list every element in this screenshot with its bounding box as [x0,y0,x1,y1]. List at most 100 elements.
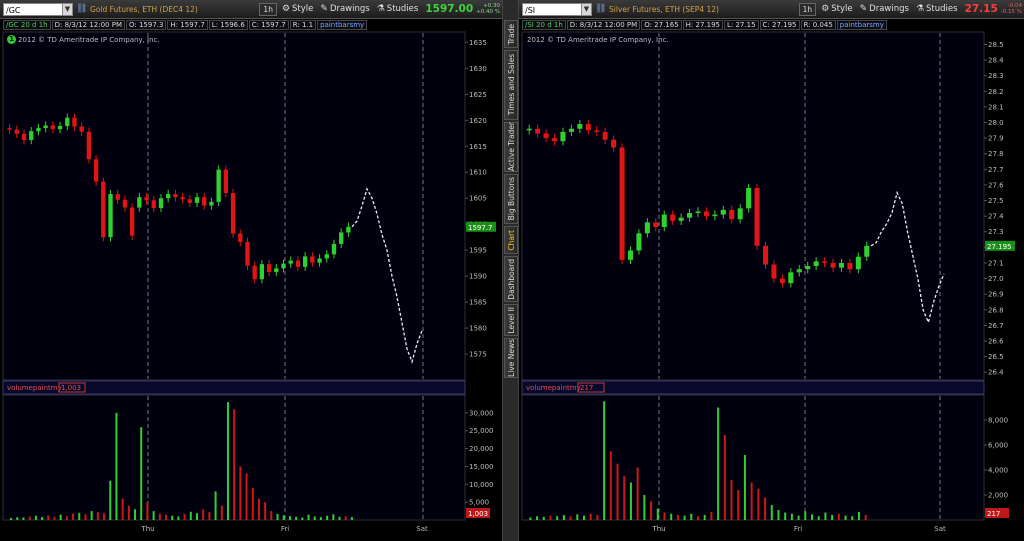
alert-badge[interactable]: 1 [7,35,16,44]
candle-body [180,197,185,200]
volume-bar [96,512,99,520]
volume-bar [59,514,62,520]
tab-times-and-sales[interactable]: Times and Sales [504,50,518,120]
candle-body [805,266,811,270]
x-axis-label: Thu [140,525,154,533]
candle-body [86,131,92,160]
tab-trade[interactable]: Trade [504,20,518,48]
volume-bar [656,508,659,520]
volume-bar [569,516,572,520]
volume-bar [831,515,834,520]
volume-bar [264,502,267,520]
y-tick-label: 1630 [469,65,487,73]
volume-bar [549,515,552,520]
volume-bar [529,517,532,520]
candle-body [568,128,574,132]
candle-body [670,214,676,221]
candle-body [720,209,726,215]
volume-bar [10,517,13,520]
candle-body [678,217,684,221]
volume-bar [824,512,827,520]
volume-bar [609,451,612,520]
tab-level-ii[interactable]: Level II [504,304,518,336]
volume-bar [603,401,606,520]
candle-body [288,260,293,264]
candle-body [79,126,84,132]
volume-bar [195,513,198,520]
tab-big-buttons[interactable]: Big Buttons [504,174,518,224]
y-tick-label: 1615 [469,143,487,151]
volume-y-tick-label: 2,000 [988,492,1008,500]
volume-bar [121,498,124,520]
candle-body [771,264,777,279]
volume-bar [301,517,304,520]
volume-bar [643,495,646,520]
volume-bar [295,516,298,520]
y-tick-label: 26.6 [988,337,1004,345]
candle-body [762,245,769,265]
tab-big-buttons-label: Big Buttons [506,177,516,221]
volume-bar [220,505,223,520]
volume-bar [730,480,733,520]
candle-body [535,128,541,134]
volume-bar [28,516,31,520]
volume-bar [140,427,143,520]
candle-body [644,222,650,234]
candle-body [173,194,178,198]
y-tick-label: 1625 [469,91,487,99]
candle-body [115,194,120,200]
y-tick-label: 28.4 [988,57,1004,65]
volume-bar [576,514,579,520]
candle-body [209,201,214,206]
y-tick-label: 1610 [469,169,487,177]
volume-bar [710,511,713,520]
candle-body [230,193,236,234]
candle-body [813,261,819,267]
candle-body [14,129,19,134]
chart-canvas[interactable]: volumepaintmy 1,0031575158015851590159516… [0,0,502,541]
candle-body [754,188,760,246]
x-axis-label: Thu [651,525,665,533]
volume-bar [239,466,242,520]
volume-bar [857,511,860,520]
volume-y-tick-label: 15,000 [469,463,494,471]
candle-body [194,197,200,203]
copyright: 2012 © TD Ameritrade IP Company, Inc. [18,36,160,44]
y-tick-label: 1605 [469,195,487,203]
candle-body [822,261,828,263]
candle-body [331,243,337,255]
y-tick-label: 1575 [469,351,487,359]
tab-active-trader[interactable]: Active Trader [504,122,518,172]
tab-trade-label: Trade [506,23,516,45]
volume-bar [844,515,847,520]
volume-bar [233,409,236,520]
tab-chart[interactable]: Chart [504,226,518,254]
chart-canvas[interactable]: volumepaintmy 21726.426.526.626.726.826.9… [519,0,1024,541]
y-tick-label: 28.2 [988,88,1004,96]
candle-body [855,256,861,270]
volume-bar [127,505,130,520]
volume-bar [556,516,559,520]
volume-bar [770,505,773,520]
volume-bar [864,515,867,520]
candle-body [627,250,634,260]
candle-body [653,222,659,228]
price-plot-area [521,31,985,381]
candle-body [619,147,625,260]
y-tick-label: 1595 [469,247,487,255]
volume-bar [276,513,279,520]
tab-live-news[interactable]: Live News [504,338,518,378]
volume-bar [34,515,37,520]
candle-body [310,256,315,263]
tab-dashboard[interactable]: Dashboard [504,256,518,302]
candle-body [43,125,48,129]
candle-body [144,197,149,201]
volume-bar [65,516,68,520]
candle-body [594,130,600,132]
candle-body [302,256,308,267]
volume-bar [208,512,211,520]
volume-bar [78,512,81,520]
y-tick-label: 26.5 [988,353,1004,361]
current-price-label: 1597.7 [468,224,493,232]
candle-body [830,262,836,268]
